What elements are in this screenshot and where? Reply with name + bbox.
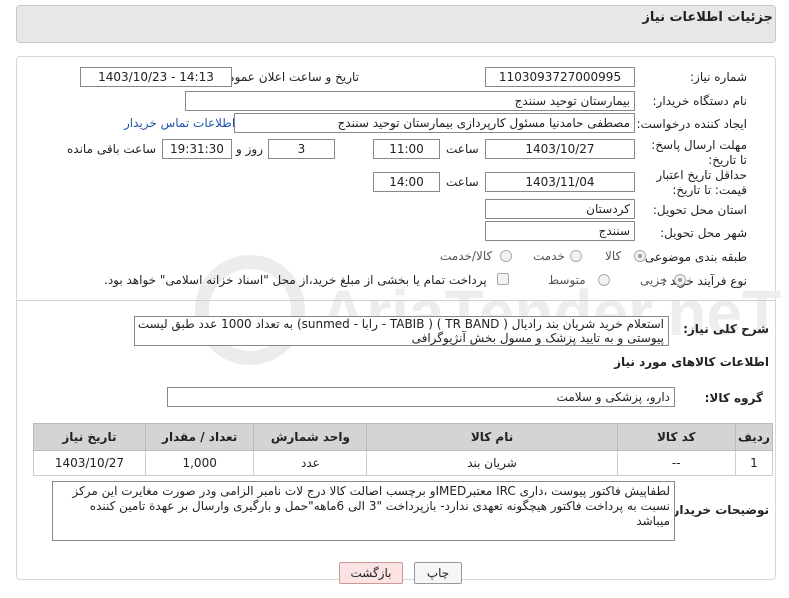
summary-field: استعلام خرید شریان بند رادیال ( TR BAND … bbox=[134, 316, 669, 346]
remaining-time-field: 19:31:30 bbox=[162, 139, 232, 159]
process-option-minor: جزیی bbox=[640, 273, 668, 287]
validity-date-field: 1403/11/04 bbox=[485, 172, 635, 192]
validity-time-label: ساعت bbox=[446, 175, 479, 189]
price-validity-label: حداقل تاریخ اعتبار قیمت: تا تاریخ: bbox=[656, 168, 747, 197]
reply-time-label: ساعت bbox=[446, 142, 479, 156]
process-radio-medium[interactable] bbox=[598, 274, 610, 286]
buyer-label: نام دستگاه خریدار: bbox=[652, 94, 748, 108]
summary-line-2: پیوستی و به تایید پزشک و مسول بخش آنژیوگ… bbox=[411, 331, 664, 345]
divider bbox=[17, 300, 775, 301]
print-button[interactable]: چاپ bbox=[414, 562, 462, 584]
city-label: شهر محل تحویل: bbox=[660, 226, 747, 240]
announce-field: 1403/10/23 - 14:13 bbox=[80, 67, 232, 87]
days-label: روز و bbox=[236, 142, 263, 156]
validity-time-field: 14:00 bbox=[373, 172, 440, 192]
process-option-medium: متوسط bbox=[548, 273, 586, 287]
goods-table: ردیف کد کالا نام کالا واحد شمارش تعداد /… bbox=[33, 423, 774, 476]
col-unit: واحد شمارش bbox=[253, 423, 368, 451]
province-label: استان محل تحویل: bbox=[652, 203, 747, 217]
goods-group-label: گروه کالا: bbox=[704, 391, 763, 405]
buyer-field: بیمارستان توحید سنندج bbox=[185, 91, 635, 111]
summary-line-1: استعلام خرید شریان بند رادیال ( TR BAND … bbox=[137, 317, 664, 331]
creator-field: مصطفی حامدنیا مسئول کارپردازی بیمارستان … bbox=[234, 113, 635, 133]
table-header-row: ردیف کد کالا نام کالا واحد شمارش تعداد /… bbox=[33, 423, 774, 451]
buyer-notes-field: لطفاپیش فاکتور پیوست ،داری IRC معتبرIMED… bbox=[52, 481, 675, 541]
buyer-notes-label: توضیحات خریدار: bbox=[667, 503, 769, 517]
goods-group-field: دارو، پزشکی و سلامت bbox=[167, 387, 675, 407]
page-title: جزئیات اطلاعات نیاز bbox=[642, 10, 773, 25]
treasury-note: پرداخت تمام یا بخشی از مبلغ خرید،از محل … bbox=[104, 273, 487, 287]
city-field: سنندج bbox=[485, 221, 635, 241]
reply-deadline-label: مهلت ارسال پاسخ: تا تاریخ: bbox=[651, 138, 747, 167]
cell-code: -- bbox=[616, 450, 736, 476]
days-field: 3 bbox=[268, 139, 335, 159]
need-number-field: 1103093727000995 bbox=[485, 67, 635, 87]
remaining-label: ساعت باقی مانده bbox=[67, 142, 157, 156]
goods-section-title: اطلاعات کالاهای مورد نیاز bbox=[614, 355, 769, 369]
treasury-checkbox[interactable] bbox=[497, 273, 509, 285]
category-label: طبقه بندی موضوعی: bbox=[640, 250, 747, 264]
table-row[interactable]: 1 -- شریان بند عدد 1,000 1403/10/27 bbox=[33, 450, 774, 476]
cell-quantity: 1,000 bbox=[144, 450, 255, 476]
announce-label: تاریخ و ساعت اعلان عمومی: bbox=[214, 70, 359, 84]
province-field: کردستان bbox=[485, 199, 635, 219]
contact-info-link[interactable]: اطلاعات تماس خریدار bbox=[124, 116, 235, 130]
back-button[interactable]: بازگشت bbox=[339, 562, 403, 584]
category-radio-service[interactable] bbox=[570, 250, 582, 262]
category-option-goods-service: کالا/خدمت bbox=[440, 249, 493, 263]
col-date: تاریخ نیاز bbox=[33, 423, 146, 451]
col-row: ردیف bbox=[734, 423, 774, 451]
cell-unit: عدد bbox=[253, 450, 368, 476]
summary-label: شرح کلی نیاز: bbox=[683, 322, 769, 336]
col-code: کد کالا bbox=[616, 423, 736, 451]
col-name: نام کالا bbox=[366, 423, 618, 451]
cell-name: شریان بند bbox=[366, 450, 618, 476]
creator-label: ایجاد کننده درخواست: bbox=[636, 117, 747, 131]
cell-date: 1403/10/27 bbox=[33, 450, 146, 476]
process-radio-minor[interactable] bbox=[674, 274, 686, 286]
category-option-goods: کالا bbox=[605, 249, 622, 263]
reply-date-field: 1403/10/27 bbox=[485, 139, 635, 159]
need-number-label: شماره نیاز: bbox=[690, 70, 747, 84]
cell-row: 1 bbox=[734, 450, 774, 476]
category-radio-goods-service[interactable] bbox=[500, 250, 512, 262]
category-radio-goods[interactable] bbox=[634, 250, 646, 262]
col-quantity: تعداد / مقدار bbox=[144, 423, 255, 451]
reply-time-field: 11:00 bbox=[373, 139, 440, 159]
category-option-service: خدمت bbox=[533, 249, 565, 263]
